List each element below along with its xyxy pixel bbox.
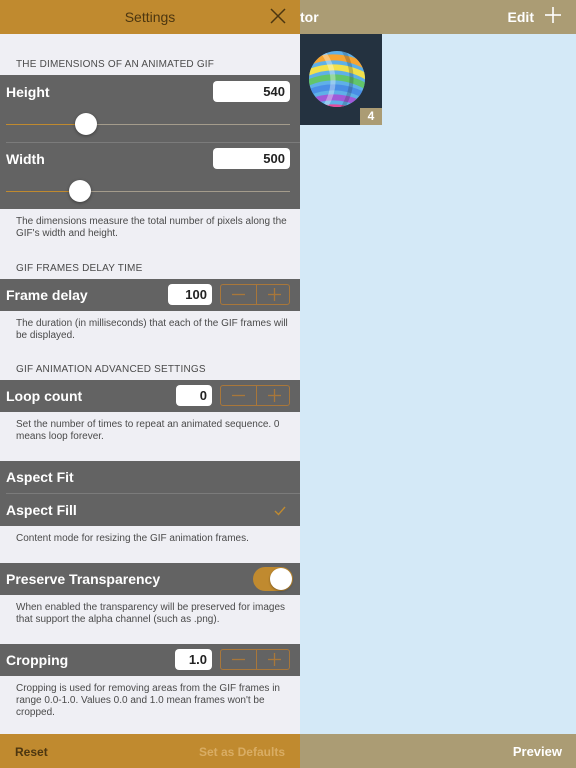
stepper-increment[interactable] — [256, 650, 291, 669]
set-as-defaults-button[interactable]: Set as Defaults — [199, 745, 285, 759]
toggle-knob — [270, 568, 292, 590]
dimensions-group: Height 540 Width 500 — [0, 75, 300, 209]
frame-delay-note: The duration (in milliseconds) that each… — [16, 318, 288, 341]
frame-count-badge: 4 — [360, 108, 382, 125]
section-title-delay: GIF FRAMES DELAY TIME — [16, 263, 143, 274]
cropping-input[interactable]: 1.0 — [175, 649, 212, 670]
option-label: Aspect Fill — [6, 502, 77, 518]
row-divider — [6, 142, 300, 143]
nav-title: tor — [300, 9, 319, 25]
section-title-dimensions: THE DIMENSIONS OF AN ANIMATED GIF — [16, 59, 215, 70]
gif-thumbnail[interactable]: 4 — [300, 34, 382, 125]
minus-icon — [232, 293, 245, 296]
cropping-note: Cropping is used for removing areas from… — [16, 683, 280, 718]
dimensions-note: The dimensions measure the total number … — [16, 216, 287, 239]
preserve-transparency-toggle[interactable] — [253, 567, 293, 591]
height-input[interactable]: 540 — [213, 81, 290, 102]
stepper-decrement[interactable] — [221, 650, 256, 669]
reset-button[interactable]: Reset — [15, 745, 48, 759]
height-slider-fill — [6, 124, 86, 125]
plus-icon — [268, 653, 281, 666]
gif-gallery — [300, 34, 576, 734]
loop-count-note: Set the number of times to repeat an ani… — [16, 419, 280, 442]
frame-delay-label: Frame delay — [6, 287, 88, 303]
settings-footer: Reset Set as Defaults — [0, 734, 300, 768]
edit-button[interactable]: Edit — [508, 9, 534, 25]
settings-header: Settings — [0, 0, 300, 34]
width-slider-thumb[interactable] — [69, 180, 91, 202]
option-label: Aspect Fit — [6, 469, 74, 485]
plus-icon[interactable] — [544, 6, 562, 24]
content-mode-note: Content mode for resizing the GIF animat… — [16, 533, 249, 544]
preview-button[interactable]: Preview — [513, 744, 562, 759]
content-mode-option-fit[interactable]: Aspect Fit — [0, 461, 300, 493]
minus-icon — [232, 394, 245, 397]
content-mode-option-fill[interactable]: Aspect Fill — [0, 494, 300, 526]
section-title-advanced: GIF ANIMATION ADVANCED SETTINGS — [16, 364, 206, 375]
frame-delay-input[interactable]: 100 — [168, 284, 212, 305]
height-slider-thumb[interactable] — [75, 113, 97, 135]
settings-title: Settings — [124, 9, 176, 25]
frame-delay-stepper[interactable] — [220, 284, 290, 305]
stepper-decrement[interactable] — [221, 285, 256, 304]
height-label: Height — [6, 84, 50, 100]
checkmark-icon — [274, 506, 286, 516]
cropping-row: Cropping 1.0 — [0, 644, 300, 676]
width-input[interactable]: 500 — [213, 148, 290, 169]
preserve-transparency-row: Preserve Transparency — [0, 563, 300, 595]
stepper-increment[interactable] — [256, 386, 291, 405]
stepper-increment[interactable] — [256, 285, 291, 304]
loop-count-label: Loop count — [6, 388, 83, 404]
minus-icon — [232, 658, 245, 661]
frame-delay-row: Frame delay 100 — [0, 279, 300, 311]
preserve-transparency-note: When enabled the transparency will be pr… — [16, 602, 286, 625]
plus-icon — [268, 288, 281, 301]
close-icon[interactable] — [270, 8, 286, 24]
width-label: Width — [6, 151, 45, 167]
preserve-transparency-label: Preserve Transparency — [6, 571, 161, 587]
settings-panel: Settings THE DIMENSIONS OF AN ANIMATED G… — [0, 0, 300, 768]
plus-icon — [268, 389, 281, 402]
content-mode-group: Aspect Fit Aspect Fill — [0, 461, 300, 526]
loop-count-stepper[interactable] — [220, 385, 290, 406]
loop-count-input[interactable]: 0 — [176, 385, 212, 406]
cropping-stepper[interactable] — [220, 649, 290, 670]
cropping-label: Cropping — [6, 652, 69, 668]
loop-count-row: Loop count 0 — [0, 380, 300, 412]
stepper-decrement[interactable] — [221, 386, 256, 405]
